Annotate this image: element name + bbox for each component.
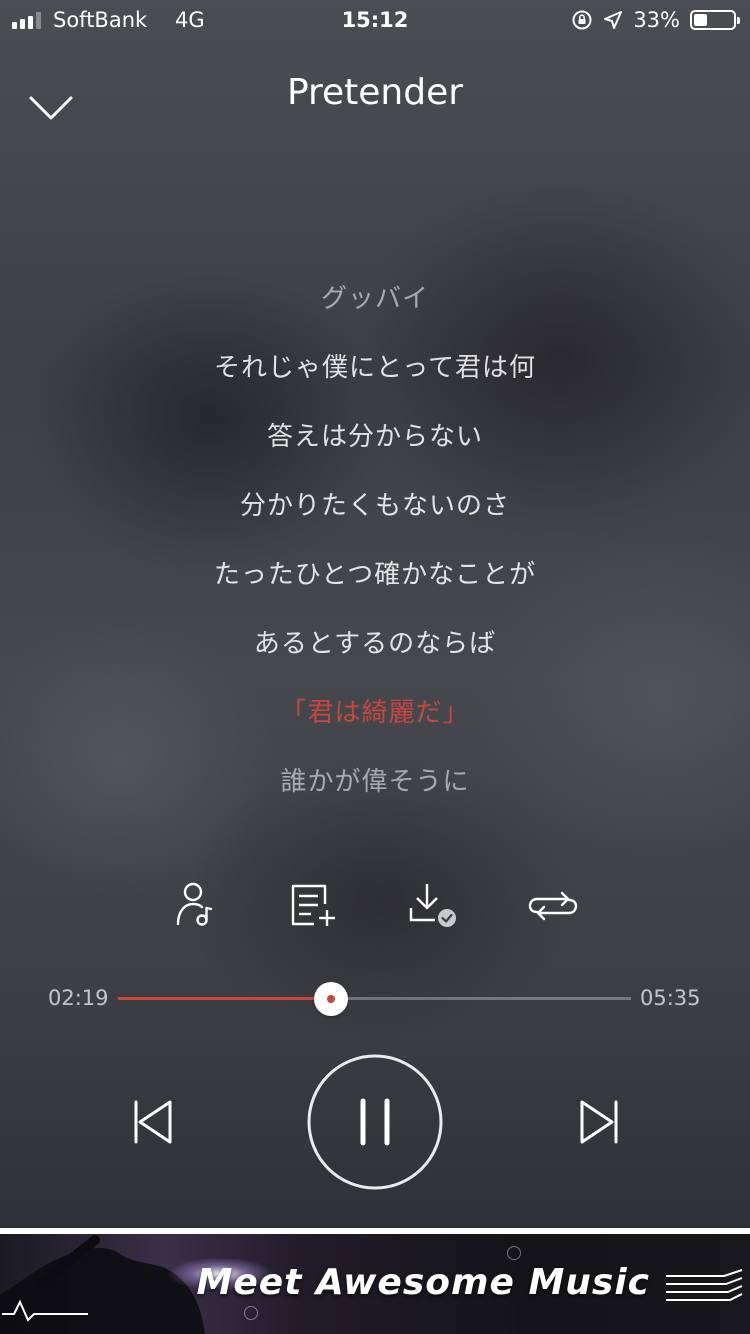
status-right: 33% xyxy=(571,8,740,32)
song-title: Pretender xyxy=(286,72,464,113)
lyric-line: たったひとつ確かなことが xyxy=(213,560,537,590)
pause-button[interactable] xyxy=(306,1053,444,1191)
lyric-line: それじゃ僕にとって君は何 xyxy=(214,353,536,383)
progress-knob[interactable] xyxy=(314,982,348,1016)
add-to-playlist-icon[interactable] xyxy=(284,878,344,934)
next-icon[interactable] xyxy=(574,1096,624,1148)
waveform-graphic xyxy=(2,1299,88,1322)
action-bar xyxy=(0,878,750,938)
lyric-line: 答えは分からない xyxy=(266,422,483,452)
lyric-line-active: 「君は綺麗だ」 xyxy=(280,698,470,728)
decorative-dot xyxy=(507,1246,521,1260)
pause-icon xyxy=(360,1098,390,1146)
lyric-line: グッバイ xyxy=(320,284,429,314)
repeat-icon[interactable] xyxy=(523,878,583,934)
status-bar: SoftBank 4G 15:12 33% xyxy=(0,0,750,40)
lyric-line: 分かりたくもないのさ xyxy=(239,491,510,521)
elapsed-time: 02:19 xyxy=(48,986,109,1010)
duration-time: 05:35 xyxy=(640,986,701,1010)
progress-track[interactable] xyxy=(118,997,631,1000)
orientation-lock-icon xyxy=(572,10,592,30)
lyric-line: あるとするのならば xyxy=(253,629,497,659)
progress-played xyxy=(118,997,331,1000)
location-icon xyxy=(604,11,623,29)
ad-banner[interactable]: Meet Awesome Music xyxy=(0,1234,750,1334)
previous-icon[interactable] xyxy=(128,1096,178,1148)
stripes-graphic xyxy=(666,1269,743,1301)
artist-icon[interactable] xyxy=(165,878,225,934)
battery-icon xyxy=(690,10,740,30)
battery-percent: 33% xyxy=(633,8,680,32)
lyric-line: 誰かが偉そうに xyxy=(280,767,470,797)
lyrics-panel[interactable]: グッバイ それじゃ僕にとって君は何 答えは分からない 分かりたくもないのさ たっ… xyxy=(0,200,750,820)
ad-headline: Meet Awesome Music xyxy=(196,1262,650,1303)
decorative-dot xyxy=(244,1306,258,1320)
downloaded-icon[interactable] xyxy=(403,878,463,934)
